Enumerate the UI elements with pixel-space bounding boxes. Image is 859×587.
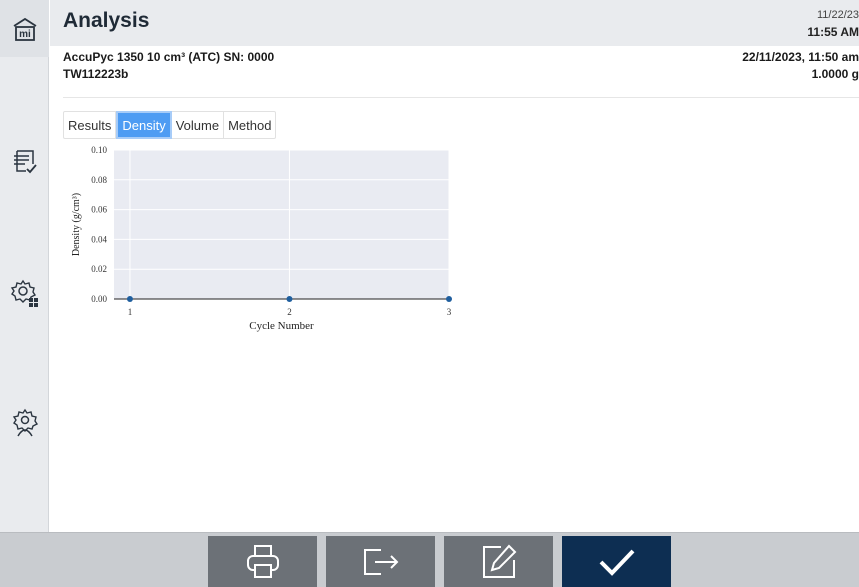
reports-button[interactable] (7, 143, 42, 178)
settings-grid-icon (10, 279, 38, 307)
y-tick-label: 0.04 (91, 234, 107, 244)
data-point (446, 296, 452, 302)
y-tick-label: 0.10 (91, 145, 107, 155)
tab-method[interactable]: Method (224, 112, 275, 138)
y-axis-label: Density (g/cm³) (71, 193, 82, 256)
user-settings-button[interactable] (7, 405, 42, 440)
confirm-button[interactable] (562, 536, 671, 587)
print-button[interactable] (208, 536, 317, 587)
header-time: 11:55 AM (807, 25, 859, 39)
data-point (126, 296, 133, 302)
user-settings-icon (12, 408, 38, 436)
analysis-datetime-label: 22/11/2023, 11:50 am (742, 50, 859, 64)
x-axis-label: Cycle Number (249, 320, 314, 332)
tab-density[interactable]: Density (116, 111, 172, 139)
y-tick-label: 0.00 (91, 294, 107, 304)
header-date: 11/22/23 (816, 9, 859, 21)
instrument-label: AccuPyc 1350 10 cm³ (ATC) SN: 0000 (63, 50, 275, 64)
checkmark-icon (599, 549, 634, 576)
page-title: Analysis (63, 9, 150, 32)
divider (63, 97, 859, 98)
tab-volume[interactable]: Volume (172, 112, 225, 138)
export-button[interactable] (326, 536, 435, 587)
sample-id-label: TW112223b (63, 67, 129, 81)
footer-toolbar (0, 532, 859, 587)
report-checklist-icon (13, 149, 37, 173)
sidebar: mi (0, 0, 49, 532)
export-icon (363, 549, 398, 575)
tab-bar: Results Density Volume Method (63, 111, 277, 139)
tab-results[interactable]: Results (64, 112, 117, 138)
app-window: mi Analysis 11/22/23 11:55 AM AccuPyc 13… (0, 0, 859, 587)
edit-button[interactable] (444, 536, 553, 587)
density-chart: 0.00 0.02 0.04 0.06 0.08 0.10 1 2 3 Cycle Number D… (71, 145, 452, 332)
svg-text:mi: mi (19, 29, 31, 40)
edit-icon (482, 544, 516, 578)
header-bar: Analysis 11/22/23 11:55 AM (50, 0, 859, 46)
printer-icon (246, 545, 279, 578)
y-tick-label: 0.02 (91, 264, 107, 274)
x-tick-label: 2 (287, 307, 292, 317)
y-tick-label: 0.06 (91, 205, 107, 215)
y-tick-label: 0.08 (91, 175, 107, 185)
data-point (286, 296, 293, 302)
x-tick-label: 3 (447, 307, 452, 317)
home-button[interactable]: mi (0, 0, 49, 57)
plot-area (114, 150, 449, 299)
sample-mass-label: 1.0000 g (811, 67, 859, 81)
home-icon: mi (13, 17, 36, 41)
x-tick-label: 1 (128, 307, 133, 317)
system-settings-button[interactable] (7, 275, 42, 310)
